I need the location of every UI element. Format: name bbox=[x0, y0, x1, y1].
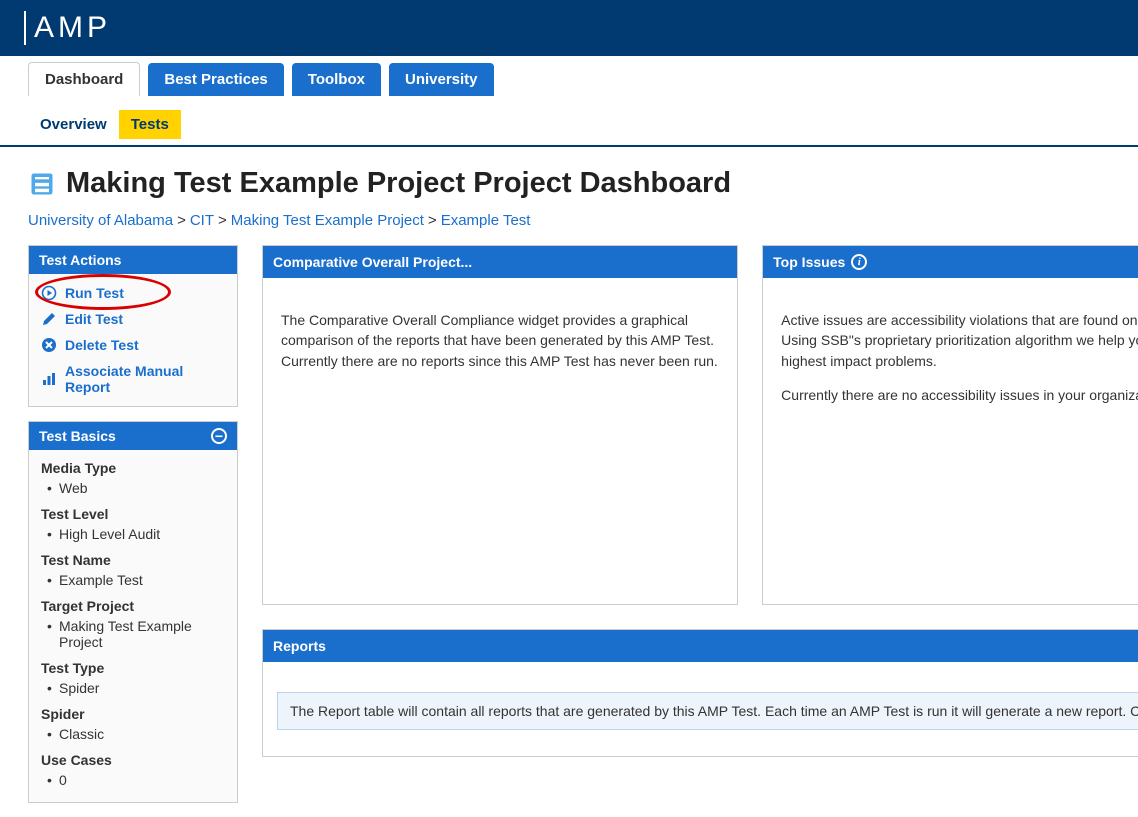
pencil-icon bbox=[41, 311, 57, 327]
basic-label: Test Type bbox=[41, 660, 225, 676]
basic-value: Example Test bbox=[41, 572, 225, 588]
sub-tabs: Overview Tests bbox=[0, 96, 1138, 147]
top-bar: AMP bbox=[0, 0, 1138, 56]
basic-value: 0 bbox=[41, 772, 225, 788]
subtab-tests[interactable]: Tests bbox=[119, 110, 181, 139]
basic-label: Test Name bbox=[41, 552, 225, 568]
basic-value: Spider bbox=[41, 680, 225, 696]
app-logo: AMP bbox=[24, 11, 111, 45]
top-issues-title: Top Issues bbox=[773, 254, 845, 270]
test-basics-panel: Test Basics − Media Type Web Test Level Hig… bbox=[28, 421, 238, 803]
action-label: Delete Test bbox=[65, 337, 139, 353]
test-basics-header: Test Basics − bbox=[29, 422, 237, 450]
test-actions-panel: Test Actions Run Test Edit Test bbox=[28, 245, 238, 407]
top-issues-widget: Top Issues i Active issues are accessibi… bbox=[762, 245, 1138, 605]
action-associate-report[interactable]: Associate Manual Report bbox=[29, 358, 237, 400]
action-run-test[interactable]: Run Test bbox=[29, 280, 237, 306]
reports-title: Reports bbox=[273, 638, 326, 654]
action-label: Associate Manual Report bbox=[65, 363, 225, 395]
chart-icon bbox=[41, 371, 57, 387]
breadcrumb-2[interactable]: Making Test Example Project bbox=[231, 212, 424, 229]
info-icon[interactable]: i bbox=[851, 254, 867, 270]
action-edit-test[interactable]: Edit Test bbox=[29, 306, 237, 332]
comparative-widget: Comparative Overall Project... The Compa… bbox=[262, 245, 738, 605]
top-issues-body1: Active issues are accessibility violatio… bbox=[781, 310, 1138, 371]
breadcrumb-3[interactable]: Example Test bbox=[441, 212, 531, 229]
test-actions-header: Test Actions bbox=[29, 246, 237, 274]
breadcrumb-0[interactable]: University of Alabama bbox=[28, 212, 173, 229]
main-tabs: Dashboard Best Practices Toolbox Univers… bbox=[0, 62, 1138, 96]
play-icon bbox=[41, 285, 57, 301]
comparative-header: Comparative Overall Project... bbox=[263, 246, 737, 278]
comparative-body: The Comparative Overall Compliance widge… bbox=[281, 310, 719, 371]
basic-label: Test Level bbox=[41, 506, 225, 522]
basic-value: High Level Audit bbox=[41, 526, 225, 542]
delete-icon bbox=[41, 337, 57, 353]
top-issues-body2: Currently there are no accessibility iss… bbox=[781, 385, 1138, 405]
basic-value: Web bbox=[41, 480, 225, 496]
tab-best-practices[interactable]: Best Practices bbox=[148, 63, 283, 96]
reports-header: Reports bbox=[263, 630, 1138, 662]
test-basics-title: Test Basics bbox=[39, 428, 116, 444]
tab-toolbox[interactable]: Toolbox bbox=[292, 63, 381, 96]
basic-label: Media Type bbox=[41, 460, 225, 476]
tab-university[interactable]: University bbox=[389, 63, 494, 96]
basic-value: Classic bbox=[41, 726, 225, 742]
action-label: Run Test bbox=[65, 285, 124, 301]
reports-panel: Reports The Report table will contain al… bbox=[262, 629, 1138, 757]
breadcrumb: University of Alabama>CIT>Making Test Ex… bbox=[28, 212, 1110, 229]
collapse-icon[interactable]: − bbox=[211, 428, 227, 444]
reports-message: The Report table will contain all report… bbox=[277, 692, 1138, 730]
top-issues-header: Top Issues i bbox=[763, 246, 1138, 278]
tab-dashboard[interactable]: Dashboard bbox=[28, 62, 140, 96]
basic-value: Making Test Example Project bbox=[41, 618, 225, 650]
breadcrumb-1[interactable]: CIT bbox=[190, 212, 214, 229]
basic-label: Target Project bbox=[41, 598, 225, 614]
subtab-overview[interactable]: Overview bbox=[28, 110, 119, 139]
test-actions-title: Test Actions bbox=[39, 252, 121, 268]
page-title: Making Test Example Project Project Dash… bbox=[66, 167, 731, 200]
comparative-title: Comparative Overall Project... bbox=[273, 254, 472, 270]
page-title-row: Making Test Example Project Project Dash… bbox=[28, 167, 1110, 200]
basic-label: Spider bbox=[41, 706, 225, 722]
action-label: Edit Test bbox=[65, 311, 123, 327]
project-icon bbox=[28, 170, 56, 198]
action-delete-test[interactable]: Delete Test bbox=[29, 332, 237, 358]
basic-label: Use Cases bbox=[41, 752, 225, 768]
